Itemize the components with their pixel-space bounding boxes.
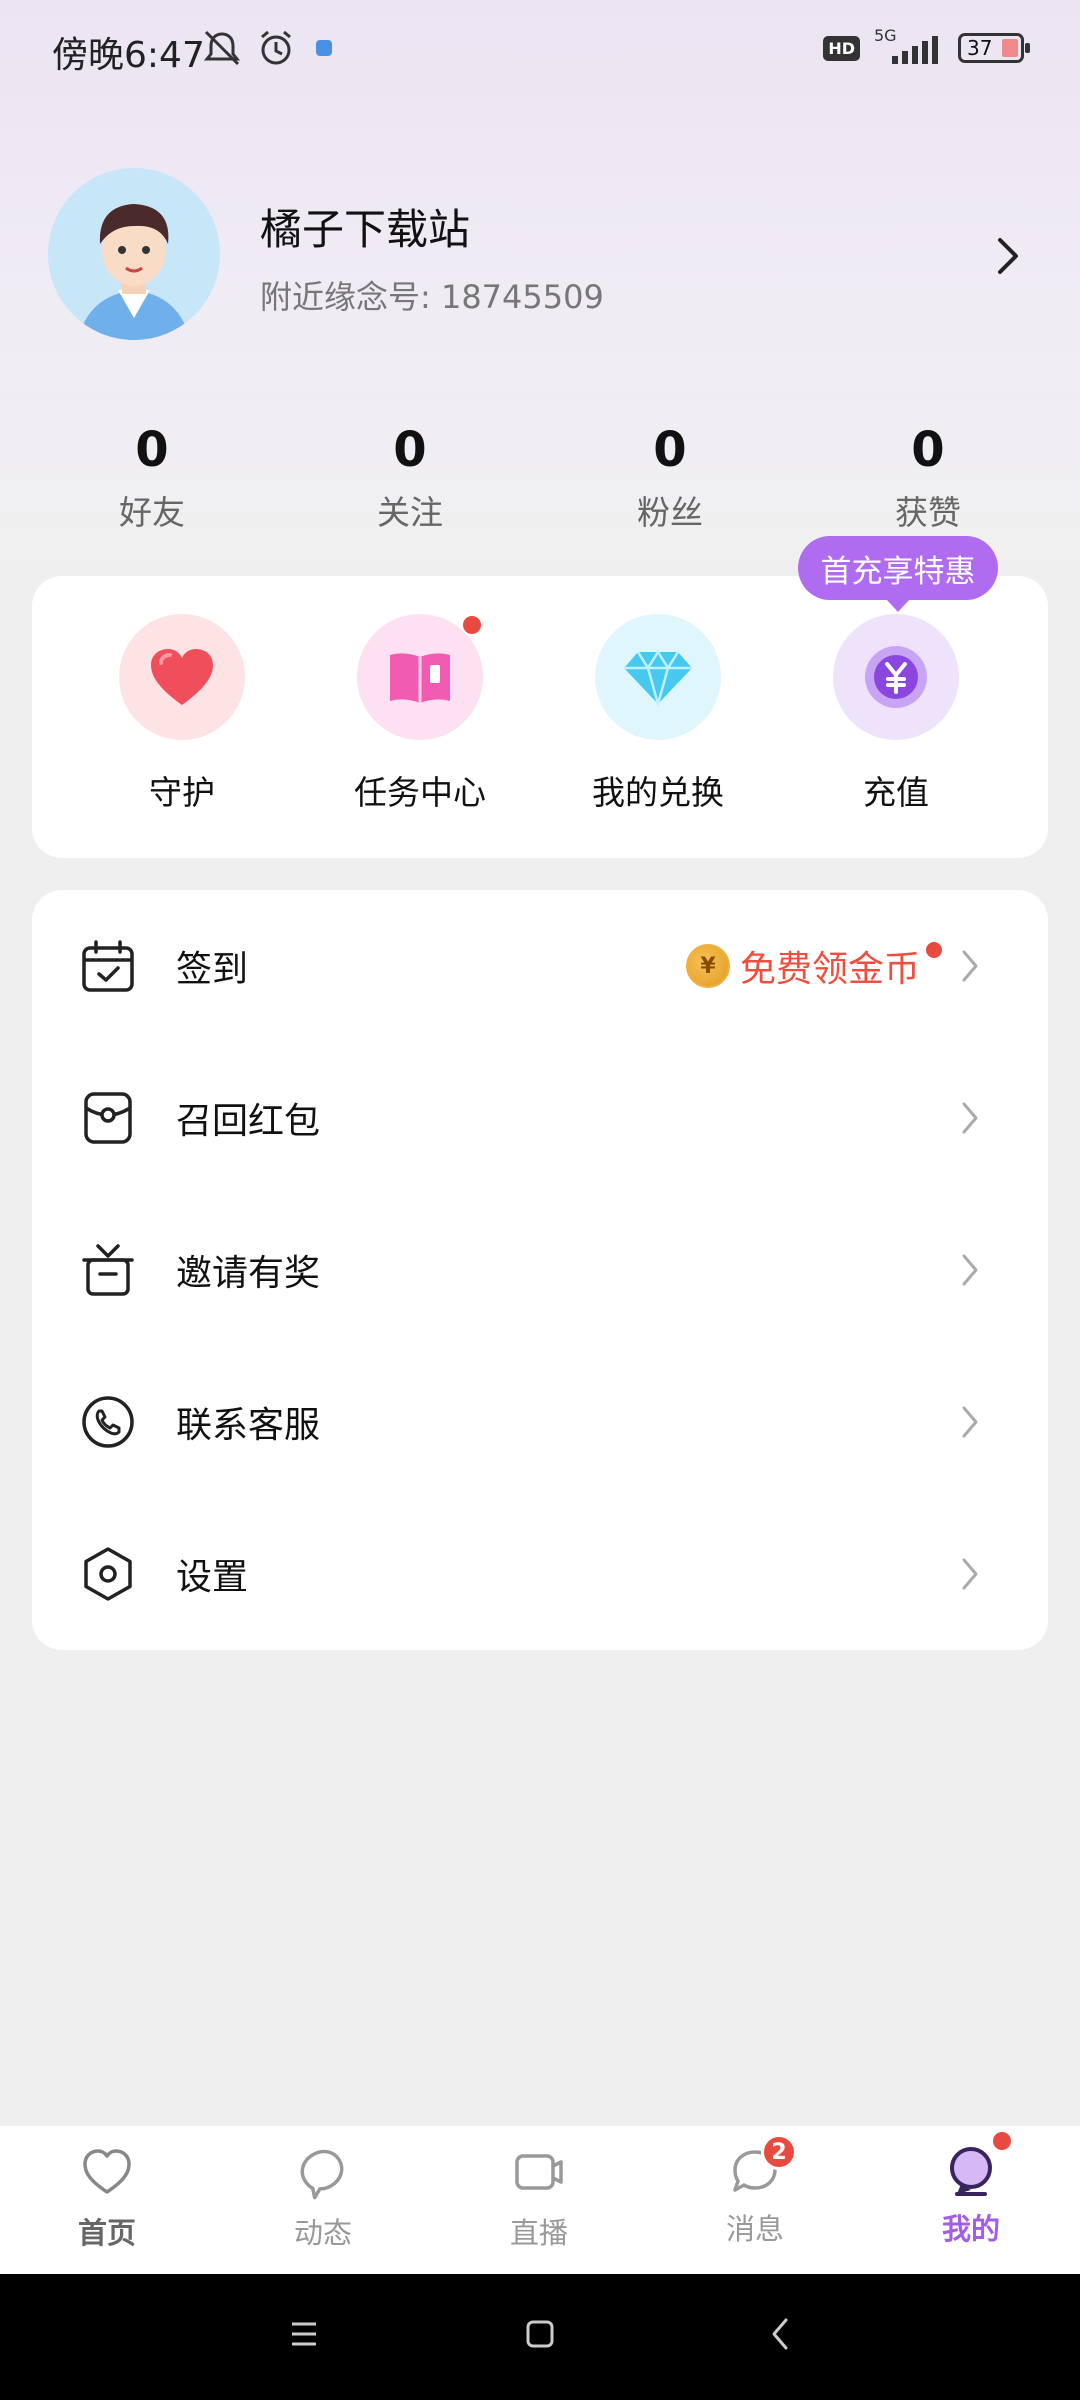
stat-value: 0 (135, 422, 169, 478)
home-icon[interactable] (524, 2314, 556, 2354)
hd-badge: HD (823, 35, 860, 61)
yuan-coin-icon (865, 646, 927, 708)
chevron-right-icon (962, 1406, 978, 1438)
phone-icon (82, 1396, 134, 1448)
free-coins-text: 免费领金币 (740, 949, 921, 990)
bottom-tab-bar: 首页 动态 直播 2 消息 我的 (0, 2126, 1080, 2274)
profile-bubble-icon (950, 2147, 992, 2196)
chevron-right-icon[interactable] (990, 234, 1026, 278)
tab-label: 我的 (941, 2212, 1000, 2246)
menu-item-customer-service[interactable]: 联系客服 (32, 1346, 1048, 1498)
chat-bubble-icon (300, 2149, 344, 2200)
messages-badge: 2 (761, 2134, 797, 2170)
settings-hexagon-icon (84, 1547, 132, 1601)
avatar-illustration (48, 168, 220, 340)
stat-friends[interactable]: 0 好友 (72, 420, 232, 534)
menu-item-label: 联系客服 (176, 1405, 321, 1446)
chevron-right-icon (962, 1102, 978, 1134)
gold-coin-icon: ¥ (686, 944, 730, 988)
me-red-dot (993, 2132, 1011, 2150)
menu-icon[interactable] (288, 2314, 320, 2354)
quick-action-tasks[interactable]: 任务中心 (320, 614, 520, 814)
gift-box-icon (82, 1244, 134, 1296)
tab-label: 消息 (725, 2212, 784, 2246)
stat-value: 0 (653, 422, 687, 478)
avatar[interactable] (48, 168, 220, 340)
quick-action-guard[interactable]: 守护 (82, 614, 282, 814)
profile-id: 附近缘念号: 18745509 (260, 278, 604, 316)
recharge-icon-circle (833, 614, 959, 740)
system-nav-bar (0, 2274, 1080, 2400)
diamond-icon (624, 649, 692, 706)
menu-item-label: 签到 (176, 949, 249, 990)
menu-item-label: 邀请有奖 (176, 1253, 321, 1294)
exchange-icon-circle (595, 614, 721, 740)
profile-icon-wrap (943, 2132, 1011, 2200)
menu-item-invite[interactable]: 邀请有奖 (32, 1194, 1048, 1346)
mute-bell-icon (203, 30, 241, 66)
signin-red-dot (926, 942, 943, 958)
stat-fans[interactable]: 0 粉丝 (590, 420, 750, 534)
tab-me[interactable]: 我的 (896, 2132, 1046, 2248)
quick-action-label: 我的兑换 (592, 773, 724, 812)
menu-item-signin[interactable]: 签到 ¥ 免费领金币 (32, 890, 1048, 1042)
calendar-check-icon (82, 940, 134, 992)
tab-label: 首页 (77, 2216, 136, 2250)
first-recharge-promo-bubble[interactable]: 首充享特惠 (798, 536, 998, 612)
status-time: 傍晚6:47 (52, 35, 205, 76)
tab-live[interactable]: 直播 (464, 2144, 614, 2252)
menu-item-recall-red-packet[interactable]: 召回红包 (32, 1042, 1048, 1194)
tasks-red-dot (463, 616, 481, 634)
quick-action-exchange[interactable]: 我的兑换 (558, 614, 758, 814)
book-icon (390, 653, 450, 703)
tab-label: 直播 (509, 2216, 568, 2250)
back-icon[interactable] (764, 2314, 796, 2354)
quick-action-label: 任务中心 (354, 773, 486, 812)
free-coins-promo[interactable]: ¥ 免费领金币 (686, 940, 943, 992)
menu-item-label: 召回红包 (176, 1101, 321, 1142)
video-camera-icon (515, 2154, 563, 2190)
quick-action-label: 守护 (149, 773, 215, 812)
stat-label: 粉丝 (637, 493, 703, 532)
stat-value: 0 (393, 422, 427, 478)
tab-home[interactable]: 首页 (32, 2144, 182, 2252)
stat-label: 关注 (377, 493, 443, 532)
tasks-icon-circle (357, 614, 483, 740)
heart-icon (151, 649, 213, 705)
menu-item-label: 设置 (176, 1557, 249, 1598)
stat-value: 0 (911, 422, 945, 478)
status-bar: 傍晚6:47 HD 5G 37 (0, 0, 1080, 100)
profile-name[interactable]: 橘子下载站 (260, 196, 470, 257)
stat-label: 好友 (119, 493, 185, 532)
chevron-right-icon (962, 1558, 978, 1590)
stat-likes[interactable]: 0 获赞 (848, 420, 1008, 534)
quick-actions-card: 守护 任务中心 我的兑换 充值 (32, 576, 1048, 858)
message-icon-wrap: 2 (727, 2134, 797, 2200)
alarm-icon (261, 30, 291, 65)
tab-label: 动态 (293, 2216, 352, 2250)
stat-following[interactable]: 0 关注 (330, 420, 490, 534)
red-packet-icon (84, 1092, 132, 1144)
battery-icon: 37 (958, 33, 1030, 63)
chevron-right-icon (962, 1254, 978, 1286)
stat-label: 获赞 (895, 493, 961, 532)
chevron-right-icon (962, 950, 978, 982)
signal-icon: 5G (874, 26, 944, 66)
tab-feed[interactable]: 动态 (248, 2144, 398, 2252)
app-notification-icon (316, 40, 332, 56)
heart-outline-icon (83, 2149, 131, 2194)
menu-item-settings[interactable]: 设置 (32, 1498, 1048, 1650)
quick-action-label: 充值 (863, 773, 929, 812)
status-right-group: HD 5G 37 (823, 26, 1030, 66)
quick-action-recharge[interactable]: 充值 (796, 614, 996, 814)
guard-icon-circle (119, 614, 245, 740)
tab-messages[interactable]: 2 消息 (680, 2134, 830, 2248)
menu-card: 签到 ¥ 免费领金币 召回红包 邀请有奖 联系客服 设置 (32, 890, 1048, 1650)
battery-level: 37 (967, 36, 993, 60)
